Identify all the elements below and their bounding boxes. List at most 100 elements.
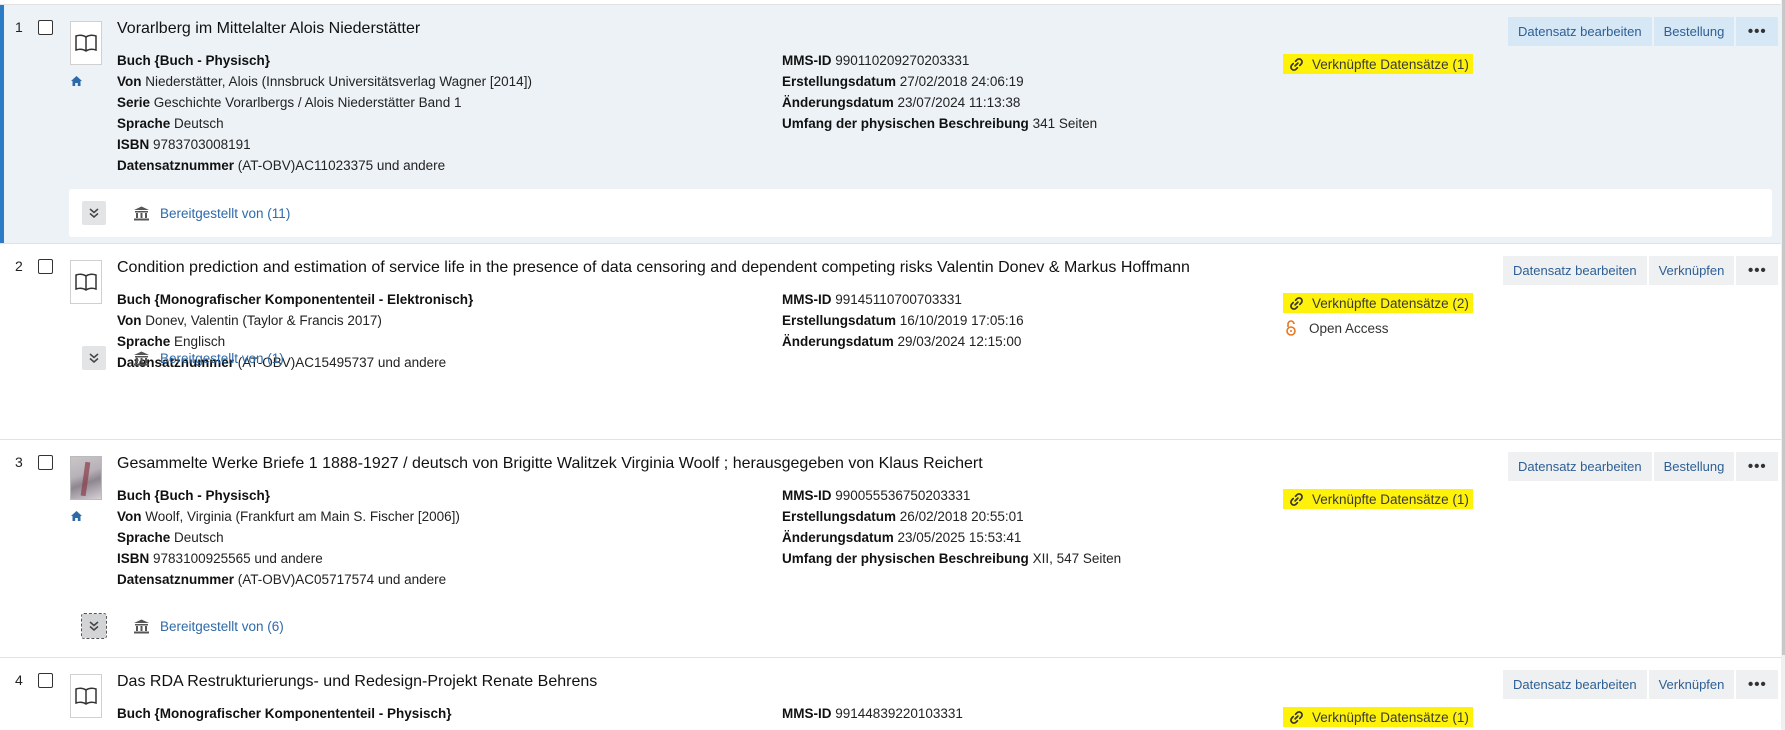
linked-records-link[interactable]: Verknüpfte Datensätze (1) — [1283, 489, 1473, 509]
record-actions: Datensatz bearbeiten Verknüpfen ••• — [1503, 256, 1779, 285]
record-details-mid: MMS-ID 99144839220103331 — [782, 703, 963, 724]
link-icon — [1290, 492, 1303, 506]
record-checkbox[interactable] — [38, 673, 53, 688]
detail-extent: Umfang der physischen Beschreibung 341 S… — [782, 116, 1098, 131]
detail-modified: Änderungsdatum 23/05/2025 15:53:41 — [782, 530, 1022, 545]
link-icon — [1290, 296, 1303, 310]
open-lock-icon — [1286, 320, 1296, 336]
detail-author: Von Niederstätter, Alois (Innsbruck Univ… — [117, 74, 532, 89]
link-icon — [1290, 710, 1303, 724]
provided-by-link[interactable]: Bereitgestellt von (6) — [160, 619, 284, 634]
record-title[interactable]: Condition prediction and estimation of s… — [117, 259, 1190, 277]
edit-record-button[interactable]: Datensatz bearbeiten — [1508, 452, 1652, 481]
expand-button[interactable] — [82, 201, 106, 225]
more-actions-button[interactable]: ••• — [1736, 17, 1779, 46]
detail-language: Sprache Deutsch — [117, 530, 224, 545]
open-access-label: Open Access — [1309, 320, 1389, 336]
detail-format: Buch {Buch - Physisch} — [117, 488, 271, 503]
link-button[interactable]: Verknüpfen — [1648, 256, 1735, 285]
record-title[interactable]: Das RDA Restrukturierungs- und Redesign-… — [117, 673, 597, 691]
order-button[interactable]: Bestellung — [1653, 452, 1735, 481]
result-record-3[interactable]: 3 Gesammelte Werke Briefe 1 1888-1927 / … — [0, 440, 1785, 658]
more-actions-button[interactable]: ••• — [1736, 256, 1779, 285]
edit-record-button[interactable]: Datensatz bearbeiten — [1503, 670, 1647, 699]
detail-extent: Umfang der physischen Beschreibung XII, … — [782, 551, 1122, 566]
detail-modified: Änderungsdatum 23/07/2024 11:13:38 — [782, 95, 1021, 110]
detail-record-number: Datensatznummer (AT-OBV)AC05717574 und a… — [117, 572, 447, 587]
linked-records-label: Verknüpfte Datensätze (2) — [1312, 295, 1469, 311]
edit-record-button[interactable]: Datensatz bearbeiten — [1503, 256, 1647, 285]
more-actions-button[interactable]: ••• — [1736, 452, 1779, 481]
provided-by-link[interactable]: Bereitgestellt von (11) — [160, 206, 290, 221]
record-actions: Datensatz bearbeiten Verknüpfen ••• — [1503, 670, 1779, 699]
double-chevron-down-icon — [89, 621, 99, 631]
order-button[interactable]: Bestellung — [1653, 17, 1735, 46]
record-number: 2 — [15, 258, 23, 274]
double-chevron-down-icon — [89, 353, 99, 363]
institution-icon — [134, 351, 149, 365]
detail-created: Erstellungsdatum 16/10/2019 17:05:16 — [782, 313, 1024, 328]
result-record-4[interactable]: 4 Das RDA Restrukturierungs- und Redesig… — [0, 658, 1785, 730]
detail-mms-id: MMS-ID 99145110700703331 — [782, 292, 962, 307]
provided-by-row: Bereitgestellt von (11) — [82, 201, 290, 225]
edit-record-button[interactable]: Datensatz bearbeiten — [1508, 17, 1652, 46]
record-checkbox[interactable] — [38, 259, 53, 274]
provided-by-row: Bereitgestellt von (1) — [82, 346, 284, 370]
vertical-scrollbar[interactable] — [1781, 0, 1785, 730]
book-icon — [70, 674, 102, 718]
detail-format: Buch {Buch - Physisch} — [117, 53, 271, 68]
record-details-left: Buch {Buch - Physisch} Von Niederstätter… — [117, 50, 532, 176]
expand-button[interactable] — [82, 346, 106, 370]
institution-icon — [134, 206, 149, 220]
record-title[interactable]: Gesammelte Werke Briefe 1 1888-1927 / de… — [117, 455, 983, 473]
book-cover-thumbnail — [70, 456, 102, 500]
record-details-left: Buch {Monografischer Komponententeil - P… — [117, 703, 452, 724]
record-number: 4 — [15, 672, 23, 688]
detail-created: Erstellungsdatum 27/02/2018 24:06:19 — [782, 74, 1024, 89]
open-access-indicator: Open Access — [1285, 320, 1389, 336]
more-actions-button[interactable]: ••• — [1736, 670, 1779, 699]
detail-mms-id: MMS-ID 990055536750203331 — [782, 488, 971, 503]
result-record-1[interactable]: 1 Vorarlberg im Mittelalter Alois Nieder… — [0, 4, 1785, 244]
institution-icon — [134, 619, 149, 633]
link-icon — [1290, 57, 1303, 71]
detail-language: Sprache Deutsch — [117, 116, 224, 131]
record-number: 1 — [15, 19, 23, 35]
double-chevron-down-icon — [89, 208, 99, 218]
record-details-mid: MMS-ID 990110209270203331 Erstellungsdat… — [782, 50, 1097, 134]
linked-records-link[interactable]: Verknüpfte Datensätze (1) — [1283, 54, 1473, 74]
linked-records-label: Verknüpfte Datensätze (1) — [1312, 709, 1469, 725]
detail-mms-id: MMS-ID 99144839220103331 — [782, 706, 963, 721]
record-title[interactable]: Vorarlberg im Mittelalter Alois Niederst… — [117, 20, 420, 38]
result-record-2[interactable]: 2 Condition prediction and estimation of… — [0, 244, 1785, 440]
expand-button[interactable] — [81, 613, 107, 639]
record-checkbox[interactable] — [38, 20, 53, 35]
detail-series: Serie Geschichte Vorarlbergs / Alois Nie… — [117, 95, 462, 110]
provided-by-row: Bereitgestellt von (6) — [81, 613, 284, 639]
record-details-mid: MMS-ID 990055536750203331 Erstellungsdat… — [782, 485, 1121, 569]
link-button[interactable]: Verknüpfen — [1648, 670, 1735, 699]
detail-format: Buch {Monografischer Komponententeil - P… — [117, 706, 452, 721]
linked-records-label: Verknüpfte Datensätze (1) — [1312, 56, 1469, 72]
linked-records-link[interactable]: Verknüpfte Datensätze (1) — [1283, 707, 1473, 727]
linked-records-link[interactable]: Verknüpfte Datensätze (2) — [1283, 293, 1473, 313]
record-details-mid: MMS-ID 99145110700703331 Erstellungsdatu… — [782, 289, 1024, 352]
home-icon — [71, 76, 82, 86]
record-actions: Datensatz bearbeiten Bestellung ••• — [1508, 452, 1779, 481]
home-icon — [71, 511, 82, 521]
detail-author: Von Donev, Valentin (Taylor & Francis 20… — [117, 313, 382, 328]
linked-records-label: Verknüpfte Datensätze (1) — [1312, 491, 1469, 507]
detail-modified: Änderungsdatum 29/03/2024 12:15:00 — [782, 334, 1022, 349]
detail-record-number: Datensatznummer (AT-OBV)AC11023375 und a… — [117, 158, 446, 173]
provided-by-link[interactable]: Bereitgestellt von (1) — [160, 351, 284, 366]
detail-author: Von Woolf, Virginia (Frankfurt am Main S… — [117, 509, 460, 524]
detail-isbn: ISBN 9783100925565 und andere — [117, 551, 323, 566]
record-details-left: Buch {Buch - Physisch} Von Woolf, Virgin… — [117, 485, 460, 590]
record-checkbox[interactable] — [38, 455, 53, 470]
record-actions: Datensatz bearbeiten Bestellung ••• — [1508, 17, 1779, 46]
search-results-list: 1 Vorarlberg im Mittelalter Alois Nieder… — [0, 0, 1785, 730]
detail-format: Buch {Monografischer Komponententeil - E… — [117, 292, 474, 307]
detail-isbn: ISBN 9783703008191 — [117, 137, 251, 152]
record-number: 3 — [15, 454, 23, 470]
detail-mms-id: MMS-ID 990110209270203331 — [782, 53, 970, 68]
